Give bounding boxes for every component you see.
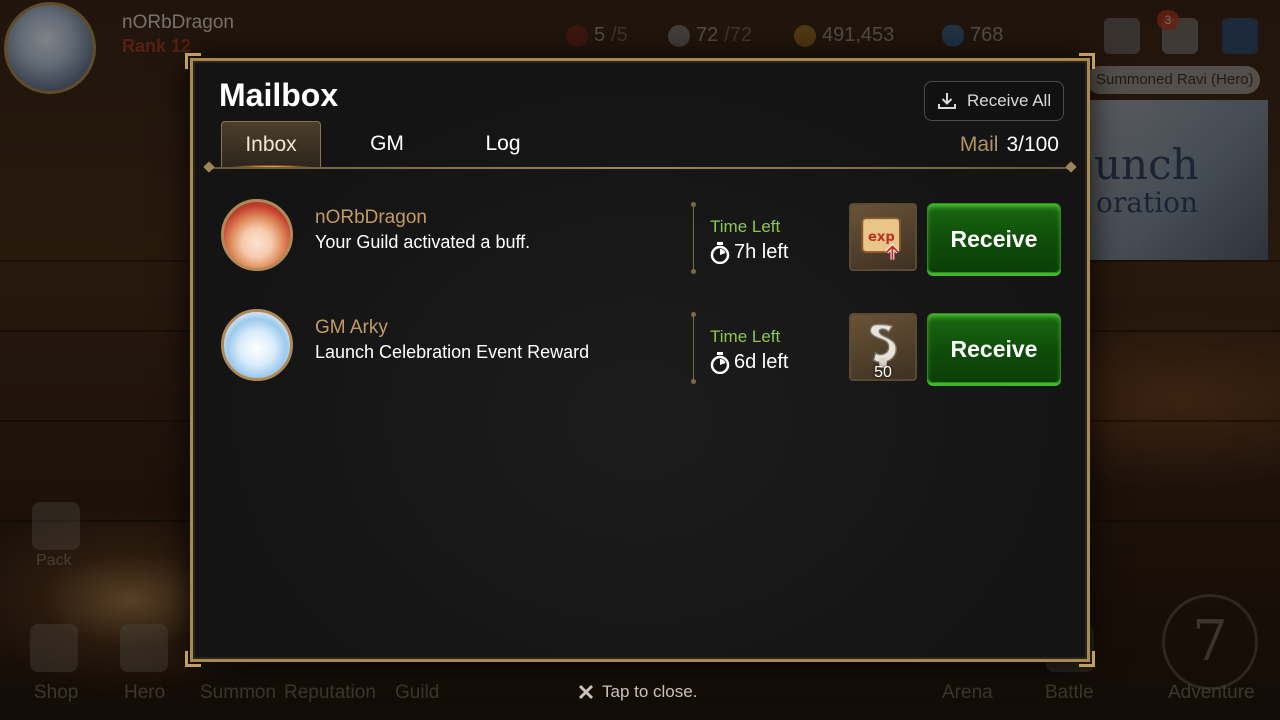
reward-item[interactable]: 50 [849, 313, 917, 381]
time-left-value: 7h left [710, 241, 788, 264]
download-icon [938, 93, 956, 109]
reward-item[interactable]: exp [849, 203, 917, 271]
mail-item: nORbDragon Your Guild activated a buff. … [219, 197, 1065, 277]
receive-button[interactable]: Receive [927, 203, 1061, 273]
mail-count-label: Mail [959, 133, 999, 156]
mailbox-tabs: Inbox GM Log [221, 121, 569, 169]
mailbox-dialog: Mailbox Receive All Inbox GM Log Mail 3/1… [185, 53, 1095, 667]
mail-count-value: 3/100 [1006, 133, 1059, 156]
reward-qty: 50 [874, 364, 892, 381]
tab-inbox[interactable]: Inbox [221, 121, 321, 169]
tap-to-close[interactable]: Tap to close. [578, 682, 697, 702]
sender-avatar [221, 309, 293, 381]
stopwatch-icon [710, 241, 730, 264]
sender-avatar [221, 199, 293, 271]
mailbox-title: Mailbox [219, 77, 339, 113]
mail-sender: nORbDragon [315, 207, 427, 228]
time-left-label: Time Left [710, 217, 781, 236]
frame-corner [185, 651, 201, 667]
tab-divider [209, 167, 1071, 169]
tab-log[interactable]: Log [453, 121, 553, 167]
stopwatch-icon [710, 351, 730, 374]
exp-scroll-icon: exp [861, 217, 901, 260]
receive-all-label: Receive All [967, 91, 1052, 110]
tap-to-close-label: Tap to close. [602, 682, 698, 701]
receive-button[interactable]: Receive [927, 313, 1061, 383]
mail-sender: GM Arky [315, 317, 388, 338]
frame-corner [1079, 651, 1095, 667]
mail-count: Mail 3/100 [960, 133, 1059, 157]
svg-text:exp: exp [868, 230, 895, 245]
divider [691, 202, 696, 274]
mail-item: GM Arky Launch Celebration Event Reward … [219, 307, 1065, 387]
time-left-text: 6d left [734, 351, 789, 373]
mail-message: Your Guild activated a buff. [315, 232, 531, 252]
receive-all-button[interactable]: Receive All [924, 81, 1064, 121]
mail-message: Launch Celebration Event Reward [315, 342, 590, 362]
divider [691, 312, 696, 384]
frame-corner [1079, 53, 1095, 69]
close-icon [578, 684, 594, 700]
time-left-text: 7h left [734, 241, 789, 263]
time-left-value: 6d left [710, 351, 788, 374]
frame-corner [185, 53, 201, 69]
time-left-label: Time Left [710, 327, 781, 346]
tab-gm[interactable]: GM [337, 121, 437, 167]
